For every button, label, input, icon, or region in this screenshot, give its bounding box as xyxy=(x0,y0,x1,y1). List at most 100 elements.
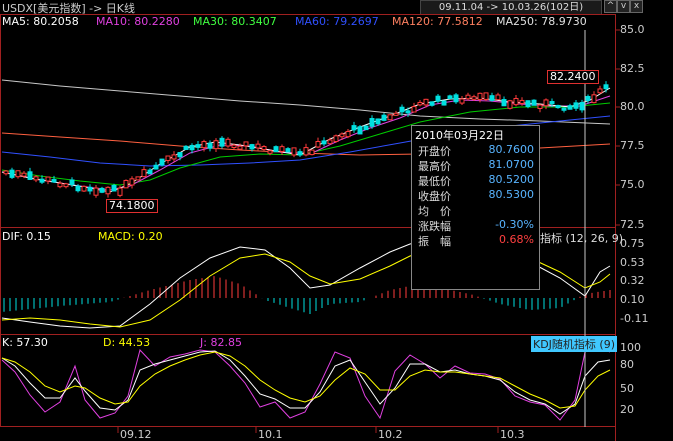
candle-body xyxy=(285,148,291,153)
candle-body xyxy=(15,170,21,178)
candle-body xyxy=(177,152,183,158)
candle-body xyxy=(393,112,399,116)
dif-legend: DIF: 0.15 xyxy=(2,230,51,243)
candle-body xyxy=(165,155,171,161)
candle-body xyxy=(207,142,213,149)
candle-body xyxy=(117,187,123,196)
candle-body xyxy=(21,172,27,177)
candle-body xyxy=(153,164,159,170)
macd-axis-label: 0.32 xyxy=(620,274,645,287)
candle-body xyxy=(231,144,237,148)
kline-chart-canvas[interactable] xyxy=(0,0,673,441)
candle-body xyxy=(537,104,543,109)
popup-row-change: 涨跌幅 -0.30% xyxy=(418,218,538,233)
candle-body xyxy=(75,185,81,192)
candle-body xyxy=(147,169,153,175)
candle-body xyxy=(465,94,471,100)
candle-body xyxy=(291,147,297,156)
candle-body xyxy=(597,88,603,94)
popup-row-average: 均 价 xyxy=(418,203,538,218)
macd-axis-label: 0.10 xyxy=(620,293,645,306)
kdj-axis-label: 100 xyxy=(620,341,641,354)
candle-body xyxy=(519,99,525,104)
candle-body xyxy=(111,184,117,192)
candle-body xyxy=(411,106,417,113)
candle-body xyxy=(573,102,579,109)
macd-axis-label: -0.11 xyxy=(620,312,649,325)
popup-label: 最低价 xyxy=(418,175,451,188)
candle-body xyxy=(357,126,363,135)
candle-body xyxy=(447,95,453,100)
popup-row-high: 最高价 81.0700 xyxy=(418,158,538,173)
candle-body xyxy=(159,158,165,166)
kdj-indicator-name[interactable]: KDJ随机指标 (9) xyxy=(531,336,618,352)
candle-body xyxy=(81,185,87,192)
popup-row-low: 最低价 80.5200 xyxy=(418,173,538,188)
popup-label: 开盘价 xyxy=(418,145,451,158)
price-axis-label: 82.5 xyxy=(620,62,645,75)
candle-body xyxy=(441,100,447,106)
candle-body xyxy=(9,169,15,178)
candle-body xyxy=(513,98,519,106)
candle-body xyxy=(603,84,609,90)
price-axis-label: 77.5 xyxy=(620,139,645,152)
price-axis-label: 85.0 xyxy=(620,23,645,36)
price-axis-label: 80.0 xyxy=(620,100,645,113)
popup-value: 0.68% xyxy=(499,233,534,246)
candle-body xyxy=(327,139,333,145)
candle-body xyxy=(561,107,567,111)
popup-value: 80.7600 xyxy=(488,143,535,156)
kdj-panel-frame xyxy=(0,334,616,427)
candle-body xyxy=(237,145,243,150)
candle-body xyxy=(273,146,279,153)
popup-value: 81.0700 xyxy=(488,158,535,171)
macd-axis-label: 0.53 xyxy=(620,256,645,269)
candle-body xyxy=(249,144,255,150)
popup-row-amplitude: 振 幅 0.68% xyxy=(418,233,538,248)
candle-body xyxy=(309,149,315,156)
candle-body xyxy=(219,137,225,147)
k-line xyxy=(1,350,611,415)
candle-body xyxy=(297,151,303,156)
candle-body xyxy=(567,105,573,110)
candle-body xyxy=(525,100,531,107)
candle-body xyxy=(459,98,465,104)
popup-label: 涨跌幅 xyxy=(418,220,451,233)
popup-label: 收盘价 xyxy=(418,190,451,203)
macd-indicator-name[interactable]: 指标 (12, 26, 9) xyxy=(540,230,623,246)
candle-body xyxy=(315,141,321,148)
candle-body xyxy=(39,178,45,183)
candle-body xyxy=(381,114,387,121)
candle-body xyxy=(531,99,537,106)
candle-body xyxy=(375,118,381,125)
candle-body xyxy=(123,179,129,189)
popup-value: 80.5300 xyxy=(488,188,535,201)
candle-body xyxy=(63,183,69,188)
candle-body xyxy=(489,95,495,101)
candle-body xyxy=(171,154,177,160)
candle-body xyxy=(69,179,75,185)
high-price-tag: 82.2400 xyxy=(547,70,599,84)
candle-body xyxy=(141,169,147,178)
candle-body xyxy=(501,99,507,107)
macd-legend: MACD: 0.20 xyxy=(98,230,163,243)
price-axis-label: 75.0 xyxy=(620,178,645,191)
candle-body xyxy=(201,141,207,149)
candle-body xyxy=(429,101,435,106)
candle-body xyxy=(213,140,219,150)
candle-body xyxy=(405,110,411,114)
candle-body xyxy=(99,187,105,193)
candle-body xyxy=(579,102,585,111)
candle-body xyxy=(435,95,441,102)
kdj-axis-label: 50 xyxy=(620,382,634,395)
candle-body xyxy=(3,170,9,175)
kdj-axis-label: 80 xyxy=(620,358,634,371)
candle-body xyxy=(483,92,489,100)
candle-body xyxy=(27,171,33,180)
candle-body xyxy=(507,100,513,109)
candle-body xyxy=(339,133,345,138)
candle-body xyxy=(585,96,591,101)
candle-body xyxy=(87,186,93,192)
candle-body xyxy=(423,98,429,106)
candle-body xyxy=(93,187,99,196)
